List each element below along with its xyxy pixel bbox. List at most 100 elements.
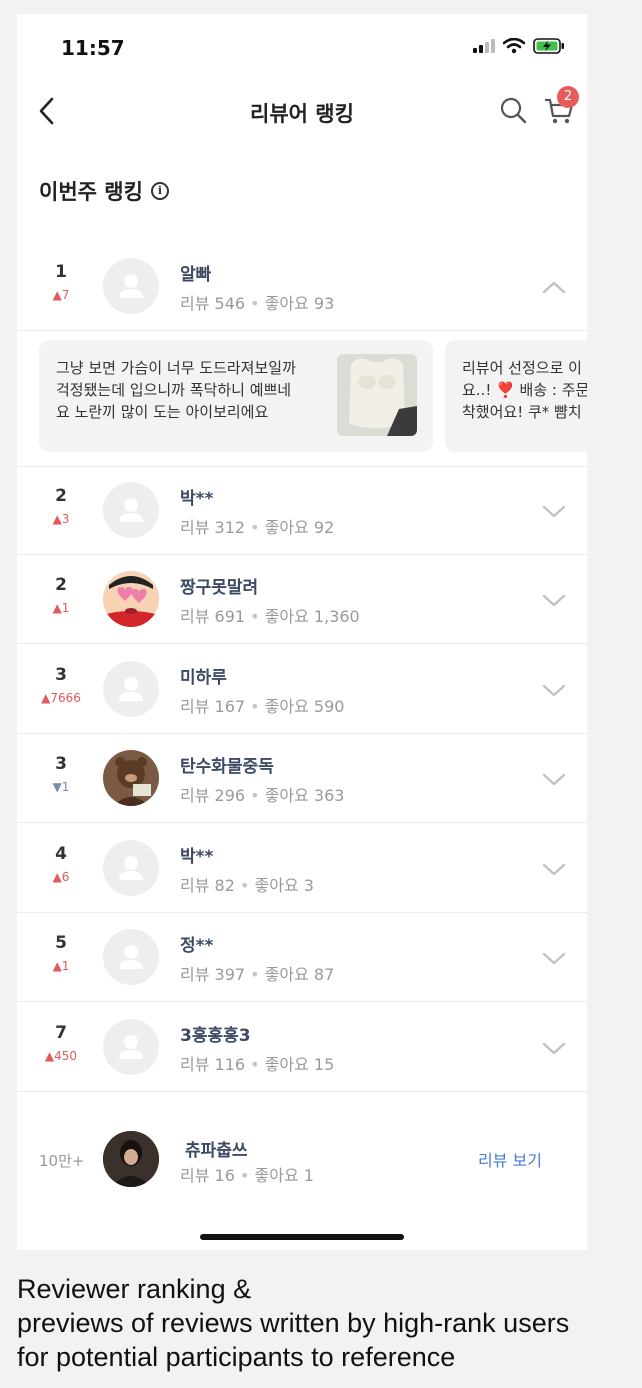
- chevron-down-icon[interactable]: [538, 679, 570, 701]
- like-count: 좋아요 87: [264, 965, 335, 984]
- default-user-icon: [103, 856, 159, 896]
- section-title-text: 이번주 랭킹: [39, 180, 143, 204]
- avatar[interactable]: [103, 929, 159, 985]
- ranking-row[interactable]: 5 ▲1 정** 리뷰 397 • 좋아요 87: [17, 913, 587, 1002]
- separator-dot: •: [234, 1166, 255, 1185]
- like-count: 좋아요 363: [264, 786, 345, 805]
- status-icons: [473, 38, 565, 54]
- my-stats: 리뷰 16 • 좋아요 1: [180, 1162, 314, 1186]
- my-avatar: [103, 1131, 159, 1187]
- cart-count-badge: 2: [557, 86, 579, 108]
- reviewer-name: 정**: [180, 936, 214, 956]
- review-line: 걱정됐는데 입으니까 폭닥하니 예쁘네: [56, 381, 292, 399]
- review-count: 리뷰 691: [180, 607, 246, 626]
- like-count: 좋아요 92: [264, 518, 335, 537]
- avatar[interactable]: [103, 1019, 159, 1075]
- reviewer-name: 미하루: [180, 668, 227, 688]
- default-user-icon: [103, 677, 159, 717]
- battery-icon: [533, 38, 564, 54]
- rank-number: 1: [55, 262, 67, 282]
- default-user-icon: [103, 498, 159, 538]
- phone-screen: 11:57 리뷰어 랭킹 2 이번주 랭킹 i 1 ▲7 알빠 리뷰 546 •…: [17, 14, 587, 1250]
- default-user-icon: [103, 274, 159, 314]
- top-bar: 리뷰어 랭킹 2: [17, 84, 587, 138]
- rank-change: ▲3: [52, 512, 70, 526]
- reviewer-stats: 리뷰 546 • 좋아요 93: [180, 290, 334, 314]
- reviewer-stats: 리뷰 82 • 좋아요 3: [180, 872, 314, 896]
- review-count: 리뷰 397: [180, 965, 246, 984]
- ranking-row[interactable]: 2 ▲1 짱구못말려 리뷰 691 • 좋아요 1,360: [17, 555, 587, 644]
- my-rank: 10만+: [39, 1152, 85, 1170]
- separator-dot: •: [245, 965, 265, 984]
- like-count: 좋아요 1,360: [264, 607, 360, 626]
- caption-line: for potential participants to reference: [17, 1342, 456, 1372]
- review-line: 요 노란끼 많이 도는 아이보리에요: [56, 403, 269, 421]
- default-user-icon: [103, 1035, 159, 1075]
- reviewer-name: 알빠: [180, 265, 212, 285]
- rank-number: 4: [55, 844, 67, 864]
- review-card[interactable]: 그냥 보면 가슴이 너무 도드라져보일까 걱정됐는데 입으니까 폭닥하니 예쁘네…: [39, 340, 433, 452]
- avatar[interactable]: [103, 482, 159, 538]
- like-count: 좋아요 15: [264, 1055, 335, 1074]
- reviewer-name: 3홍홍홍3: [180, 1026, 251, 1046]
- separator-dot: •: [245, 697, 265, 716]
- reviewer-stats: 리뷰 691 • 좋아요 1,360: [180, 603, 360, 627]
- review-thumbnail[interactable]: [337, 354, 417, 436]
- user-photo-icon: [103, 1131, 159, 1187]
- section-title: 이번주 랭킹 i: [39, 176, 169, 206]
- rank-number: 3: [55, 754, 67, 774]
- caption-line: Reviewer ranking &: [17, 1274, 252, 1304]
- separator-dot: •: [245, 786, 265, 805]
- ranking-row[interactable]: 1 ▲7 알빠리뷰 546 • 좋아요 93: [17, 242, 587, 331]
- avatar[interactable]: [103, 661, 159, 717]
- review-line: 요..! ❣️ 배송 : 주문: [462, 381, 587, 399]
- review-count: 리뷰 167: [180, 697, 246, 716]
- chevron-down-icon[interactable]: [538, 500, 570, 522]
- chevron-up-icon[interactable]: [538, 276, 570, 298]
- like-count: 좋아요 590: [264, 697, 345, 716]
- reviewer-name: 짱구못말려: [180, 578, 259, 598]
- reviewer-name: 박**: [180, 847, 214, 867]
- my-name: 츄파춥쓰: [185, 1141, 248, 1161]
- chevron-down-icon[interactable]: [538, 947, 570, 969]
- ranking-row[interactable]: 3 ▼1 탄수화물중독 리뷰 296 • 좋아요 363: [17, 734, 587, 823]
- chevron-down-icon[interactable]: [538, 589, 570, 611]
- avatar[interactable]: [103, 258, 159, 314]
- like-count: 좋아요 93: [264, 294, 335, 313]
- separator-dot: •: [245, 1055, 265, 1074]
- view-reviews-link[interactable]: 리뷰 보기: [478, 1147, 542, 1171]
- reviewer-stats: 리뷰 296 • 좋아요 363: [180, 782, 344, 806]
- my-review-count: 리뷰 16: [180, 1166, 235, 1185]
- chevron-down-icon[interactable]: [538, 1037, 570, 1059]
- separator-dot: •: [245, 518, 265, 537]
- info-icon[interactable]: i: [150, 182, 169, 200]
- reviewer-name: 탄수화물중독: [180, 757, 274, 777]
- reviewer-name: 박**: [180, 489, 214, 509]
- avatar[interactable]: [103, 571, 159, 627]
- sweater-photo-icon: [337, 354, 417, 436]
- ranking-row[interactable]: 7 ▲450 3홍홍홍3 리뷰 116 • 좋아요 15: [17, 1003, 587, 1092]
- chevron-down-icon[interactable]: [538, 768, 570, 790]
- review-count: 리뷰 312: [180, 518, 246, 537]
- ranking-row[interactable]: 4 ▲6 박** 리뷰 82 • 좋아요 3: [17, 824, 587, 913]
- avatar[interactable]: [103, 750, 159, 806]
- cartoon-avatar-icon: [103, 571, 159, 627]
- review-count: 리뷰 546: [180, 294, 246, 313]
- review-line: 리뷰어 선정으로 이: [462, 359, 582, 377]
- status-time: 11:57: [61, 36, 125, 60]
- search-icon[interactable]: [499, 96, 527, 124]
- review-line: 그냥 보면 가슴이 너무 도드라져보일까: [56, 359, 296, 377]
- reviewer-stats: 리뷰 397 • 좋아요 87: [180, 961, 334, 985]
- ranking-row[interactable]: 3 ▲7666 미하루 리뷰 167 • 좋아요 590: [17, 645, 587, 734]
- chevron-down-icon[interactable]: [538, 858, 570, 880]
- review-line: 착했어요! 쿠* 뺨치: [462, 403, 582, 421]
- rank-change: ▲7: [52, 288, 70, 302]
- avatar[interactable]: [103, 840, 159, 896]
- review-preview-carousel[interactable]: 그냥 보면 가슴이 너무 도드라져보일까 걱정됐는데 입으니까 폭닥하니 예쁘네…: [17, 330, 587, 467]
- caption-line: previews of reviews written by high-rank…: [17, 1308, 570, 1338]
- review-card[interactable]: 리뷰어 선정으로 이 요..! ❣️ 배송 : 주문 착했어요! 쿠* 뺨치: [445, 340, 587, 452]
- wifi-icon: [503, 38, 525, 54]
- rank-change: ▲1: [52, 959, 70, 973]
- ranking-row[interactable]: 2 ▲3 박** 리뷰 312 • 좋아요 92: [17, 466, 587, 555]
- rank-number: 7: [55, 1023, 67, 1043]
